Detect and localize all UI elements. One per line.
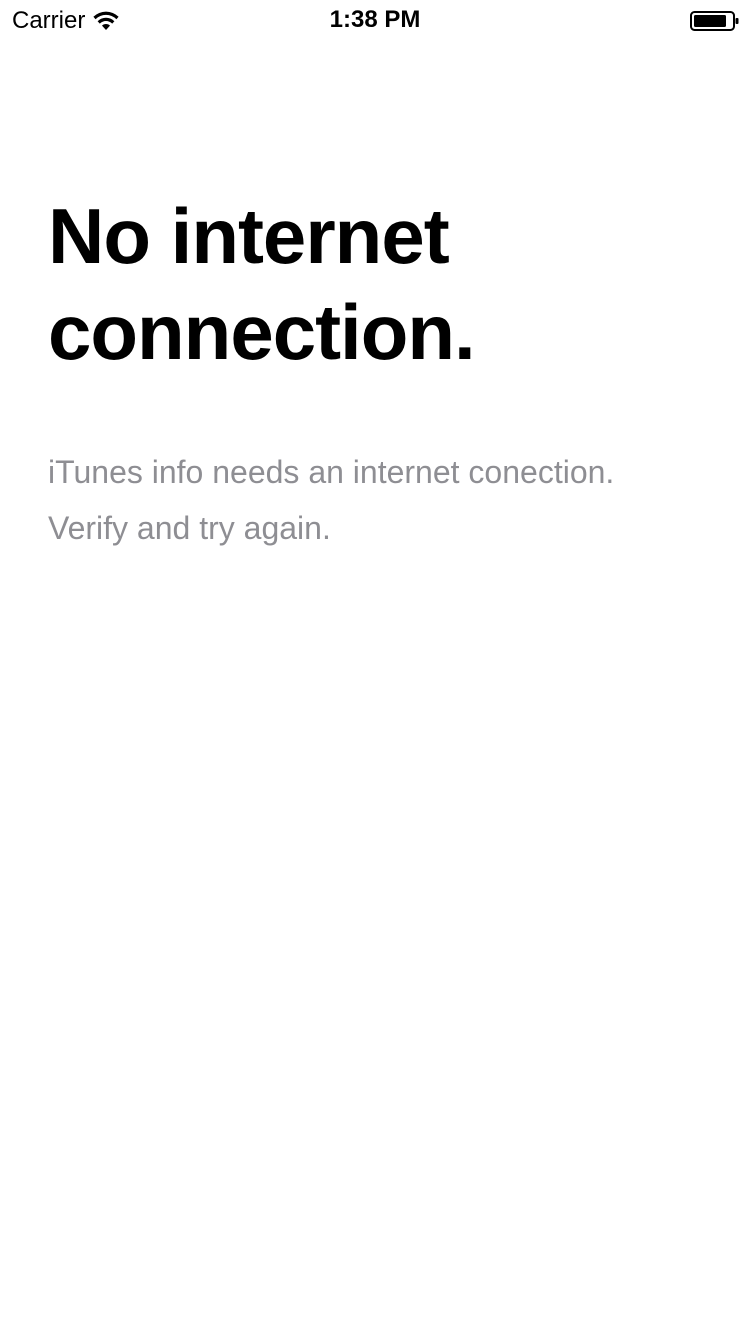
title-line: connection. [48,288,476,376]
no-connection-content: No internet connection. iTunes info need… [48,188,708,556]
page-title: No internet connection. [48,188,708,380]
battery-icon [690,11,739,31]
message-line: iTunes info needs an internet conection. [48,454,615,490]
status-bar: Carrier 1:38 PM [0,0,750,40]
status-time: 1:38 PM [329,6,421,33]
message-line: Verify and try again. [48,510,331,546]
error-message: iTunes info needs an internet conection.… [48,444,708,556]
title-line: No internet [48,192,450,280]
